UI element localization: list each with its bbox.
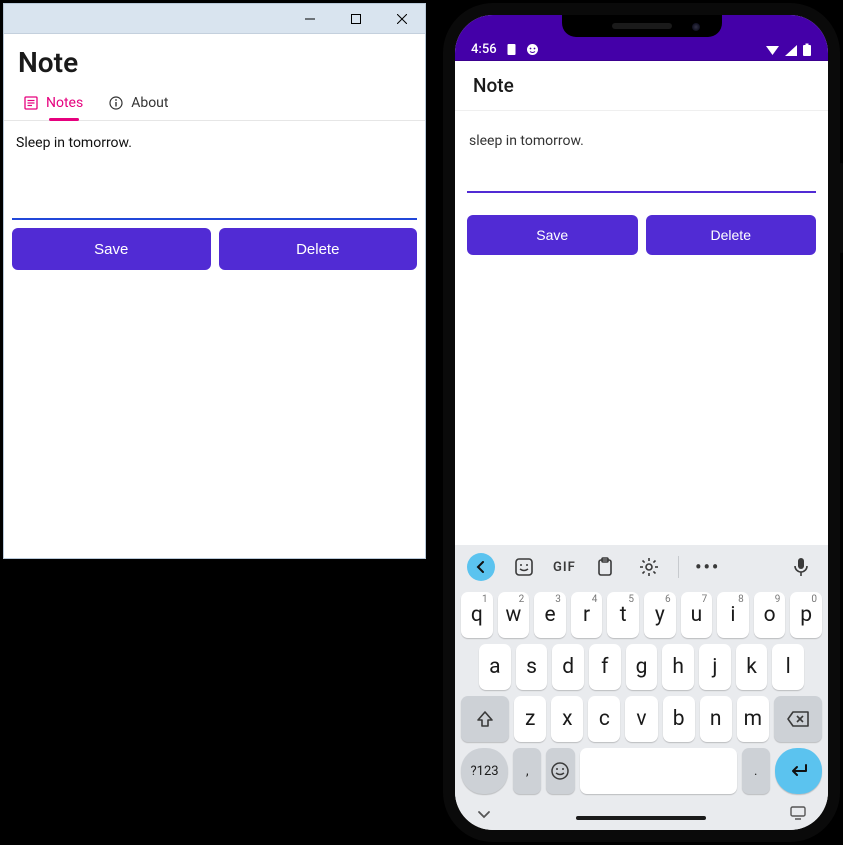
kb-key-k[interactable]: k <box>736 644 768 690</box>
kb-space-key[interactable] <box>580 748 737 794</box>
kb-comma-key[interactable]: , <box>513 748 541 794</box>
soft-keyboard: GIF ••• q1w2e3r4t5y6u7i8o9p0 asdfghjkl <box>455 545 828 830</box>
kb-key-e[interactable]: e3 <box>534 592 566 638</box>
gesture-pill[interactable] <box>576 816 706 820</box>
kb-key-f[interactable]: f <box>589 644 621 690</box>
kb-key-t[interactable]: t5 <box>607 592 639 638</box>
info-icon <box>109 96 123 110</box>
wifi-icon <box>765 44 780 57</box>
kb-key-y[interactable]: y6 <box>644 592 676 638</box>
phone-power-button <box>839 163 843 253</box>
kb-dock-icon[interactable] <box>790 805 806 824</box>
kb-key-v[interactable]: v <box>625 696 657 742</box>
phone-device-frame: 4:56 Note <box>443 3 840 842</box>
kb-key-m[interactable]: m <box>737 696 769 742</box>
delete-button[interactable]: Delete <box>219 228 418 270</box>
phone-app-title: Note <box>455 61 828 111</box>
kb-key-b[interactable]: b <box>663 696 695 742</box>
face-icon <box>526 43 539 56</box>
notes-icon <box>24 96 38 110</box>
kb-sticker-icon[interactable] <box>509 554 539 580</box>
tab-notes-label: Notes <box>46 95 83 111</box>
kb-key-h[interactable]: h <box>662 644 694 690</box>
kb-row-4: ?123 , . <box>455 745 828 797</box>
signal-icon <box>784 44 798 57</box>
phone-note-input[interactable] <box>467 119 816 193</box>
phone-button-row: Save Delete <box>455 205 828 265</box>
kb-clipboard-icon[interactable] <box>590 554 620 580</box>
kb-row-1: q1w2e3r4t5y6u7i8o9p0 <box>455 589 828 641</box>
window-titlebar <box>4 4 425 34</box>
kb-backspace-key[interactable] <box>774 696 822 742</box>
phone-save-button[interactable]: Save <box>467 215 638 255</box>
kb-key-o[interactable]: o9 <box>754 592 786 638</box>
tab-about-label: About <box>131 95 168 111</box>
kb-key-x[interactable]: x <box>551 696 583 742</box>
kb-symbols-key[interactable]: ?123 <box>461 748 508 794</box>
kb-key-n[interactable]: n <box>700 696 732 742</box>
kb-key-r[interactable]: r4 <box>571 592 603 638</box>
kb-back-icon[interactable] <box>467 553 495 581</box>
kb-key-p[interactable]: p0 <box>790 592 822 638</box>
phone-screen: 4:56 Note <box>455 15 828 830</box>
kb-key-u[interactable]: u7 <box>681 592 713 638</box>
tab-about[interactable]: About <box>109 87 168 120</box>
battery-icon <box>802 43 812 57</box>
kb-separator <box>678 556 679 578</box>
kb-key-c[interactable]: c <box>588 696 620 742</box>
keyboard-toolbar: GIF ••• <box>455 545 828 589</box>
kb-row-3: zxcvbnm <box>455 693 828 745</box>
minimize-button[interactable] <box>287 4 333 34</box>
kb-gear-icon[interactable] <box>634 554 664 580</box>
kb-key-q[interactable]: q1 <box>461 592 493 638</box>
kb-key-g[interactable]: g <box>626 644 658 690</box>
button-row: Save Delete <box>4 220 425 278</box>
save-button[interactable]: Save <box>12 228 211 270</box>
close-button[interactable] <box>379 4 425 34</box>
tab-notes[interactable]: Notes <box>24 87 83 120</box>
kb-collapse-icon[interactable] <box>477 805 491 824</box>
maximize-button[interactable] <box>333 4 379 34</box>
nav-bar <box>455 797 828 824</box>
kb-more-icon[interactable]: ••• <box>693 554 723 580</box>
tab-bar: Notes About <box>4 87 425 121</box>
desktop-app-window: Note Notes About Save Delete <box>3 3 426 559</box>
note-input[interactable] <box>12 127 417 220</box>
app-title: Note <box>4 34 425 87</box>
kb-mic-icon[interactable] <box>786 554 816 580</box>
kb-key-z[interactable]: z <box>514 696 546 742</box>
kb-key-d[interactable]: d <box>552 644 584 690</box>
kb-emoji-key[interactable] <box>546 748 574 794</box>
kb-key-l[interactable]: l <box>772 644 804 690</box>
kb-shift-key[interactable] <box>461 696 509 742</box>
kb-row-2: asdfghjkl <box>455 641 828 693</box>
kb-key-a[interactable]: a <box>479 644 511 690</box>
phone-delete-button[interactable]: Delete <box>646 215 817 255</box>
kb-enter-key[interactable] <box>775 748 822 794</box>
kb-key-j[interactable]: j <box>699 644 731 690</box>
kb-key-i[interactable]: i8 <box>717 592 749 638</box>
phone-notch <box>562 15 722 37</box>
status-time: 4:56 <box>471 42 497 57</box>
kb-period-key[interactable]: . <box>742 748 770 794</box>
kb-key-s[interactable]: s <box>516 644 548 690</box>
kb-gif-icon[interactable]: GIF <box>553 554 576 580</box>
doc-icon <box>505 43 518 56</box>
kb-key-w[interactable]: w2 <box>498 592 530 638</box>
